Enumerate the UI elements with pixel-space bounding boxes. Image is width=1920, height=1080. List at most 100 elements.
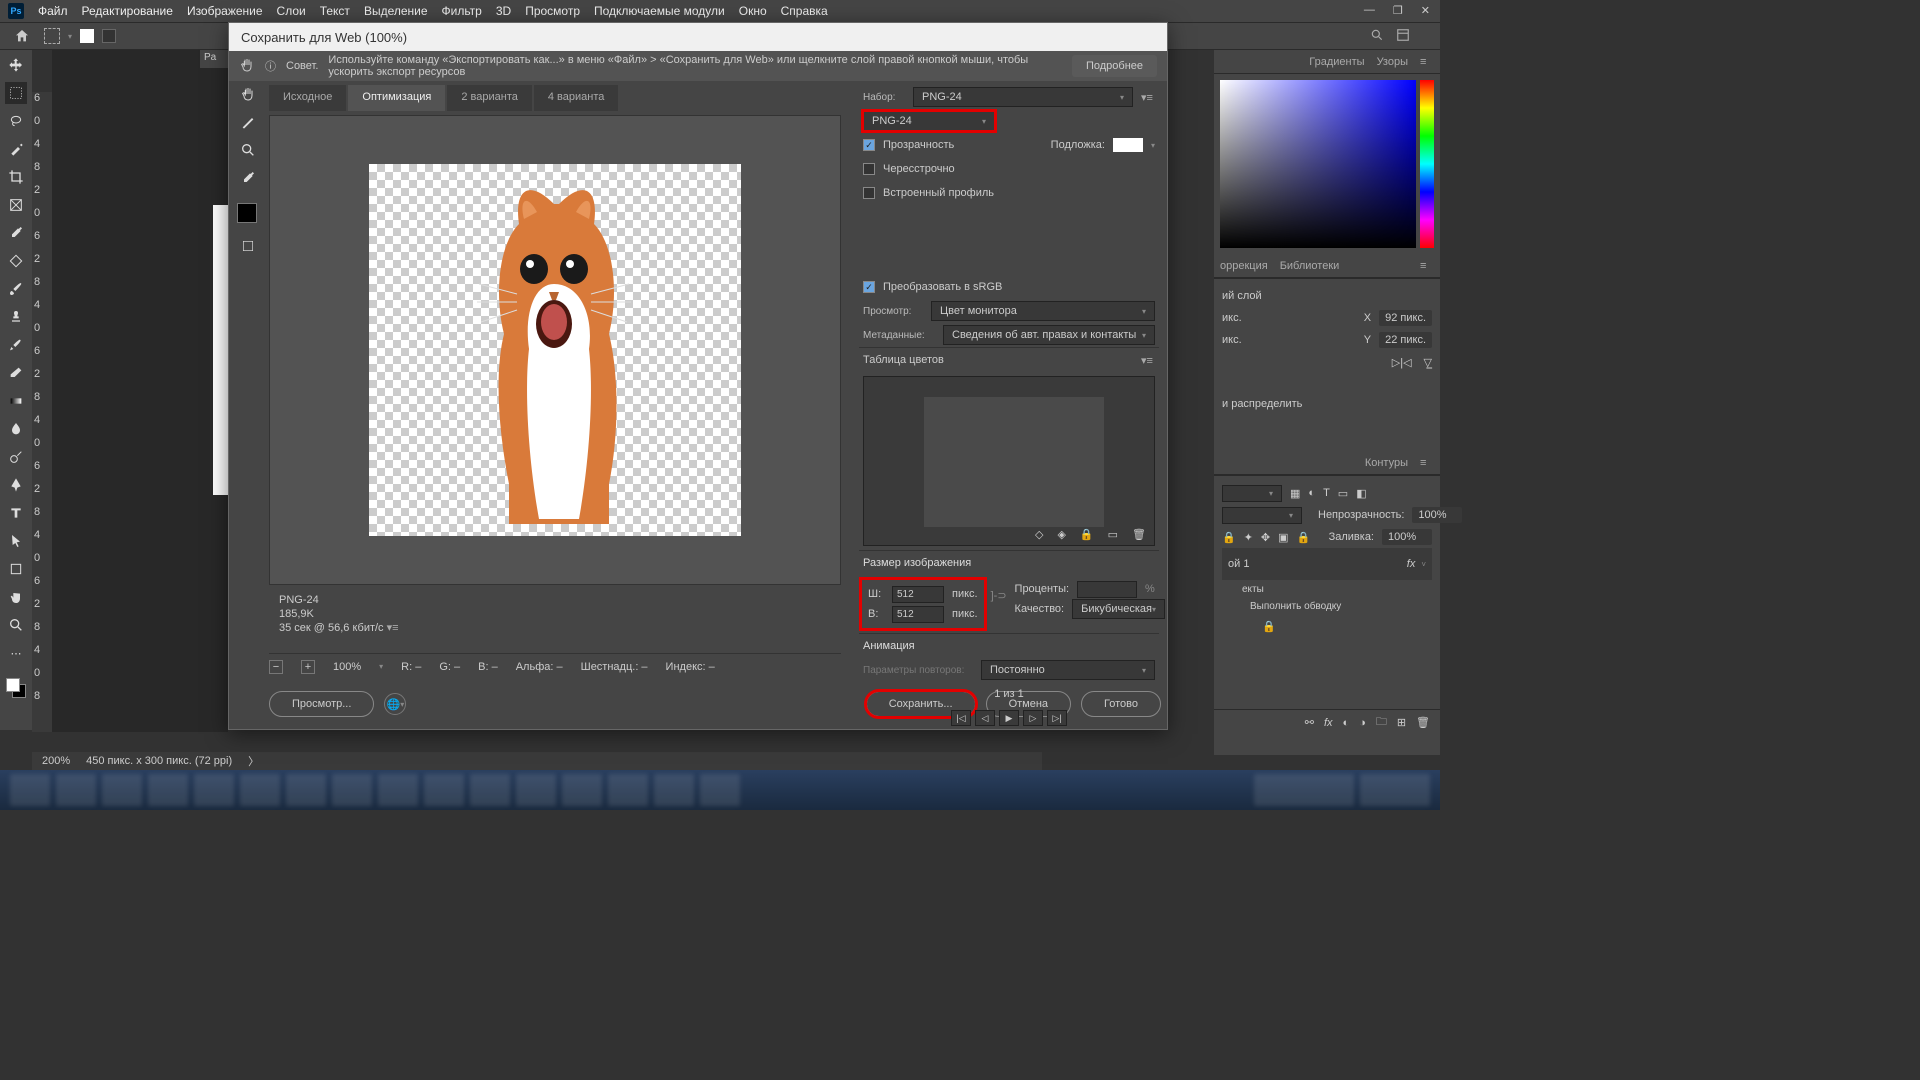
menu-image[interactable]: Изображение	[187, 4, 263, 18]
srgb-checkbox[interactable]	[863, 281, 875, 293]
frame-tool[interactable]	[5, 194, 27, 216]
menu-plugins[interactable]: Подключаемые модули	[594, 4, 725, 18]
taskbar-item[interactable]	[470, 774, 510, 806]
document-tab[interactable]: Pa	[200, 50, 228, 68]
search-icon[interactable]	[1370, 28, 1384, 45]
fill-value[interactable]: 100%	[1382, 529, 1432, 545]
menu-filter[interactable]: Фильтр	[442, 4, 482, 18]
filter-smart-icon[interactable]: ◧	[1356, 487, 1366, 500]
taskbar-item[interactable]	[608, 774, 648, 806]
dodge-tool[interactable]	[5, 446, 27, 468]
close-icon[interactable]: ✕	[1421, 4, 1430, 17]
adjustment-icon[interactable]: ◑	[1359, 717, 1366, 729]
layer-mode-select[interactable]: ▾	[1222, 507, 1302, 524]
panel-menu-icon[interactable]: ≡	[1420, 56, 1434, 68]
mask-icon[interactable]: ◐	[1343, 717, 1350, 729]
zoom-tool[interactable]	[5, 614, 27, 636]
chevron-right-icon[interactable]: 〉	[248, 753, 259, 769]
panel-menu-icon[interactable]: ≡	[1420, 457, 1434, 469]
lasso-tool[interactable]	[5, 110, 27, 132]
filter-shape-icon[interactable]: ▭	[1338, 487, 1348, 500]
eyedropper-tool[interactable]	[5, 222, 27, 244]
layer-effects[interactable]: екты	[1222, 580, 1432, 599]
taskbar-item[interactable]	[378, 774, 418, 806]
filter-type-icon[interactable]: T	[1323, 487, 1330, 499]
tab-contours[interactable]: Контуры	[1365, 457, 1408, 469]
maximize-icon[interactable]: ❐	[1393, 4, 1403, 17]
colortable-menu-icon[interactable]: ▾≡	[1141, 354, 1155, 367]
home-icon[interactable]	[8, 26, 36, 46]
tab-patterns[interactable]: Узоры	[1377, 56, 1408, 68]
opacity-value[interactable]: 100%	[1412, 507, 1462, 523]
wand-tool[interactable]	[5, 138, 27, 160]
taskbar-item[interactable]	[56, 774, 96, 806]
x-value[interactable]: 92 пикс.	[1379, 310, 1432, 326]
filter-adjust-icon[interactable]: ◐	[1308, 487, 1315, 499]
zoom-tool[interactable]	[237, 139, 259, 161]
interlaced-checkbox[interactable]	[863, 163, 875, 175]
zoom-value[interactable]: 100%	[333, 661, 361, 673]
minimize-icon[interactable]: —	[1364, 4, 1375, 17]
overlap-icon[interactable]	[102, 29, 116, 43]
taskbar-item[interactable]	[562, 774, 602, 806]
marquee-tool[interactable]	[5, 82, 27, 104]
marquee-preset-icon[interactable]	[44, 28, 60, 44]
taskbar-item[interactable]	[286, 774, 326, 806]
preset-select[interactable]: PNG-24▾	[913, 87, 1133, 107]
preview-button[interactable]: Просмотр...	[269, 691, 374, 717]
matte-swatch[interactable]	[1113, 138, 1143, 152]
doc-dimensions[interactable]: 450 пикс. x 300 пикс. (72 ppi)	[86, 755, 232, 767]
shape-tool[interactable]	[5, 558, 27, 580]
eyedropper-tool[interactable]	[237, 167, 259, 189]
taskbar-item[interactable]	[654, 774, 694, 806]
menu-help[interactable]: Справка	[781, 4, 828, 18]
taskbar-tray[interactable]	[1254, 774, 1354, 806]
blur-tool[interactable]	[5, 418, 27, 440]
lock-artboard-icon[interactable]: ▣	[1278, 531, 1288, 544]
layer-row[interactable]: ой 1fx˅	[1222, 548, 1432, 580]
lock-all-icon[interactable]: 🔒	[1297, 531, 1311, 544]
chevron-down-icon[interactable]: ▾	[68, 32, 72, 41]
last-frame-button[interactable]: ▷|	[1047, 710, 1067, 726]
tab-optimized[interactable]: Оптимизация	[348, 85, 445, 111]
info-menu-icon[interactable]: ▾≡	[387, 622, 399, 634]
taskbar-item[interactable]	[148, 774, 188, 806]
height-input[interactable]	[892, 606, 944, 623]
crop-tool[interactable]	[5, 166, 27, 188]
tab-2up[interactable]: 2 варианта	[447, 85, 532, 111]
menu-view[interactable]: Просмотр	[525, 4, 580, 18]
preview-canvas[interactable]	[369, 164, 741, 536]
stamp-tool[interactable]	[5, 306, 27, 328]
layer-stroke-effect[interactable]: Выполнить обводку	[1222, 599, 1432, 614]
edit-toolbar-icon[interactable]: ⋯	[5, 642, 27, 664]
lock-pos-icon[interactable]: ✥	[1261, 531, 1270, 544]
workspace-icon[interactable]	[1396, 28, 1410, 45]
metadata-select[interactable]: Сведения об авт. правах и контакты▾	[943, 325, 1155, 345]
taskbar-item[interactable]	[102, 774, 142, 806]
filter-pixel-icon[interactable]: ▦	[1290, 487, 1300, 500]
taskbar-clock[interactable]	[1360, 774, 1430, 806]
ct-icon[interactable]: ◈	[1057, 528, 1065, 541]
gradient-tool[interactable]	[5, 390, 27, 412]
hue-slider[interactable]	[1420, 80, 1434, 248]
tab-libraries[interactable]: Библиотеки	[1280, 260, 1340, 272]
move-tool[interactable]	[5, 54, 27, 76]
flip-v-icon[interactable]: ▽̲	[1424, 356, 1432, 369]
tab-4up[interactable]: 4 варианта	[534, 85, 619, 111]
path-select-tool[interactable]	[5, 530, 27, 552]
lock-pixel-icon[interactable]: ✦	[1244, 531, 1253, 544]
trash-icon[interactable]: 🗑	[1416, 716, 1430, 729]
fx-badge[interactable]: fx	[1407, 558, 1416, 570]
swatch-white[interactable]	[80, 29, 94, 43]
taskbar-item[interactable]	[240, 774, 280, 806]
type-tool[interactable]	[5, 502, 27, 524]
embed-profile-checkbox[interactable]	[863, 187, 875, 199]
menu-3d[interactable]: 3D	[496, 4, 511, 18]
slice-tool[interactable]	[237, 111, 259, 133]
hand-tool[interactable]	[237, 83, 259, 105]
format-select[interactable]: PNG-24▾	[863, 111, 995, 131]
blend-mode-select[interactable]: ▾	[1222, 485, 1282, 502]
ct-lock-icon[interactable]: 🔒	[1080, 528, 1094, 541]
link-icon[interactable]: ⚯	[1305, 716, 1314, 729]
zoom-in-button[interactable]: +	[301, 660, 315, 674]
